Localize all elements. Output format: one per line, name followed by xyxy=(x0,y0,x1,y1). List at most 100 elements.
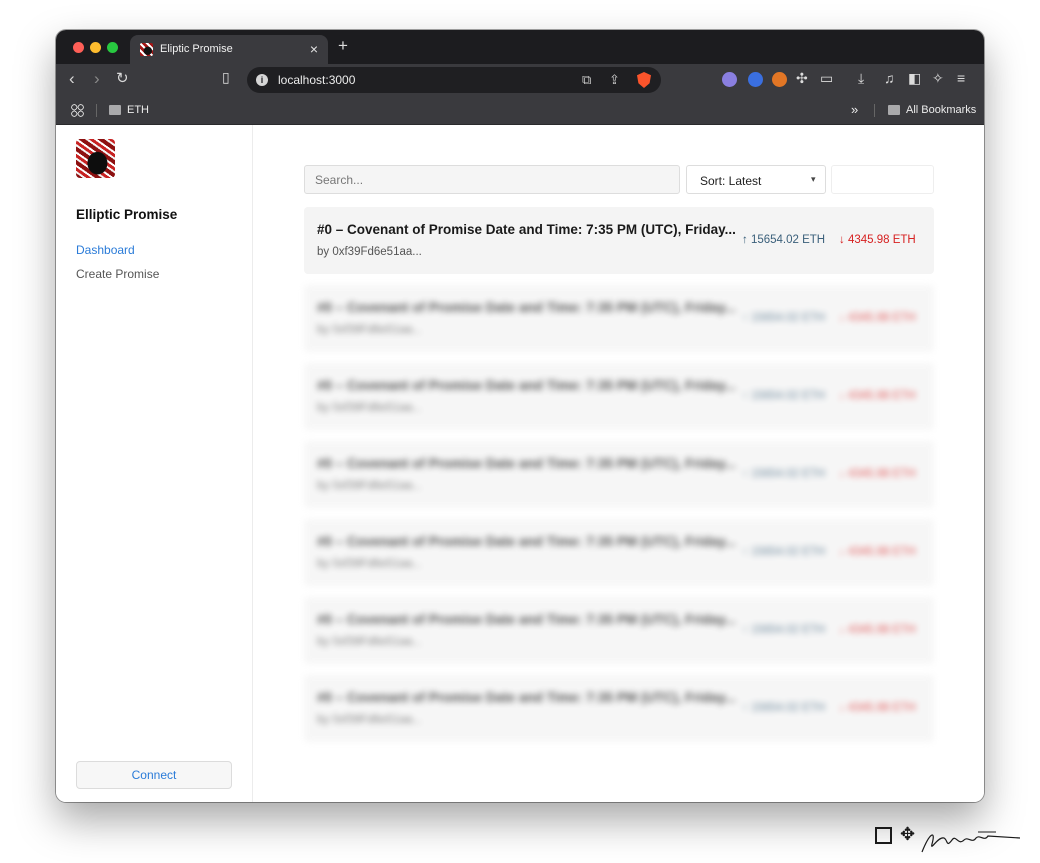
downvote-value: 4345.98 ETH xyxy=(847,312,916,324)
arrow-down-icon: ↓ xyxy=(839,624,845,636)
upvote-amount: ↑ 15654.02 ETH xyxy=(742,624,825,636)
browser-tab[interactable]: Eliptic Promise × xyxy=(130,35,328,64)
folder-icon xyxy=(109,105,121,115)
promise-row[interactable]: #0 – Covenant of Promise Date and Time: … xyxy=(304,675,934,742)
browser-toolbar: ‹ › ↻ ▯ i localhost:3000 ⧉ ⇪ ✣ ▭ ⤓ ♫ ◧ ✧… xyxy=(56,64,984,96)
back-icon[interactable]: ‹ xyxy=(69,69,75,89)
bookmarks-bar: ETH » All Bookmarks xyxy=(56,96,984,125)
forward-icon[interactable]: › xyxy=(94,69,100,89)
promise-list: #0 – Covenant of Promise Date and Time: … xyxy=(304,207,934,753)
search-input[interactable] xyxy=(304,165,680,194)
upvote-value: 15654.02 ETH xyxy=(750,468,826,480)
bookmarks-divider xyxy=(96,104,97,117)
extension-blue-icon[interactable] xyxy=(748,72,763,87)
promise-author: by 0xf39Fd6e51aa... xyxy=(317,402,422,414)
sort-select[interactable]: Sort: Latest ▾ xyxy=(686,165,826,194)
promise-row[interactable]: #0 – Covenant of Promise Date and Time: … xyxy=(304,285,934,352)
promise-title: #0 – Covenant of Promise Date and Time: … xyxy=(317,690,736,705)
bookmarks-overflow-icon[interactable]: » xyxy=(851,102,858,117)
minimize-window-button[interactable] xyxy=(90,42,101,53)
maximize-window-button[interactable] xyxy=(107,42,118,53)
tab-title: Eliptic Promise xyxy=(160,43,233,55)
promise-author: by 0xf39Fd6e51aa... xyxy=(317,558,422,570)
arrow-down-icon: ↓ xyxy=(839,702,845,714)
upvote-value: 15654.02 ETH xyxy=(750,234,826,246)
address-bar[interactable]: i localhost:3000 ⧉ ⇪ xyxy=(247,67,661,93)
downvote-value: 4345.98 ETH xyxy=(847,624,916,636)
apps-grid-icon[interactable] xyxy=(71,104,84,117)
watermark-square-icon xyxy=(875,827,892,844)
promise-row[interactable]: #0 – Covenant of Promise Date and Time: … xyxy=(304,207,934,274)
menu-icon[interactable]: ≡ xyxy=(957,70,965,86)
promise-row[interactable]: #0 – Covenant of Promise Date and Time: … xyxy=(304,597,934,664)
arrow-up-icon: ↑ xyxy=(742,312,748,324)
arrow-up-icon: ↑ xyxy=(742,234,748,246)
arrow-down-icon: ↓ xyxy=(839,468,845,480)
downvote-amount: ↓ 4345.98 ETH xyxy=(839,390,916,402)
sort-label: Sort: Latest xyxy=(700,174,762,188)
sidebar: Elliptic Promise Dashboard Create Promis… xyxy=(56,125,253,802)
tab-close-icon[interactable]: × xyxy=(310,41,318,57)
promise-title: #0 – Covenant of Promise Date and Time: … xyxy=(317,300,736,315)
share-icon[interactable]: ⇪ xyxy=(609,72,620,88)
arrow-up-icon: ↑ xyxy=(742,624,748,636)
arrow-down-icon: ↓ xyxy=(839,234,845,246)
extensions-puzzle-icon[interactable]: ✣ xyxy=(796,70,808,87)
arrow-down-icon: ↓ xyxy=(839,312,845,324)
downvote-value: 4345.98 ETH xyxy=(847,546,916,558)
arrow-down-icon: ↓ xyxy=(839,390,845,402)
downvote-amount: ↓ 4345.98 ETH xyxy=(839,468,916,480)
upvote-value: 15654.02 ETH xyxy=(750,390,826,402)
media-icon[interactable]: ♫ xyxy=(884,70,895,86)
downvote-amount: ↓ 4345.98 ETH xyxy=(839,624,916,636)
address-url: localhost:3000 xyxy=(278,73,356,87)
browser-titlebar: Eliptic Promise × + xyxy=(56,30,984,64)
promise-title: #0 – Covenant of Promise Date and Time: … xyxy=(317,612,736,627)
downvote-amount: ↓ 4345.98 ETH xyxy=(839,234,916,246)
all-bookmarks-folder-icon xyxy=(888,105,900,115)
downvote-value: 4345.98 ETH xyxy=(847,234,916,246)
nav-dashboard[interactable]: Dashboard xyxy=(76,243,135,257)
brave-shields-icon[interactable] xyxy=(637,72,651,88)
bookmarks-divider-right xyxy=(874,104,875,117)
browser-window: Eliptic Promise × + ‹ › ↻ ▯ i localhost:… xyxy=(56,30,984,802)
promise-row[interactable]: #0 – Covenant of Promise Date and Time: … xyxy=(304,441,934,508)
connect-button[interactable]: Connect xyxy=(76,761,232,789)
arrow-up-icon: ↑ xyxy=(742,390,748,402)
bookmark-folder-eth[interactable]: ETH xyxy=(127,104,149,116)
open-external-icon[interactable]: ⧉ xyxy=(582,72,591,88)
new-tab-button[interactable]: + xyxy=(338,36,348,56)
promise-author: by 0xf39Fd6e51aa... xyxy=(317,714,422,726)
downvote-value: 4345.98 ETH xyxy=(847,390,916,402)
close-window-button[interactable] xyxy=(73,42,84,53)
upvote-value: 15654.02 ETH xyxy=(750,312,826,324)
metamask-icon[interactable] xyxy=(772,72,787,87)
upvote-amount: ↑ 15654.02 ETH xyxy=(742,702,825,714)
site-info-icon[interactable]: i xyxy=(256,74,268,86)
all-bookmarks-link[interactable]: All Bookmarks xyxy=(906,104,976,116)
promise-row[interactable]: #0 – Covenant of Promise Date and Time: … xyxy=(304,519,934,586)
arrow-down-icon: ↓ xyxy=(839,546,845,558)
leo-ai-icon[interactable]: ✧ xyxy=(932,70,944,87)
downvote-value: 4345.98 ETH xyxy=(847,702,916,714)
chevron-down-icon: ▾ xyxy=(811,174,816,184)
promise-title: #0 – Covenant of Promise Date and Time: … xyxy=(317,378,736,393)
upvote-amount: ↑ 15654.02 ETH xyxy=(742,546,825,558)
nav-create-promise[interactable]: Create Promise xyxy=(76,267,159,281)
filter-button[interactable] xyxy=(831,165,934,194)
app-root: Elliptic Promise Dashboard Create Promis… xyxy=(56,125,984,802)
cast-icon[interactable]: ▭ xyxy=(820,70,833,87)
reload-icon[interactable]: ↻ xyxy=(116,69,129,87)
promise-author: by 0xf39Fd6e51aa... xyxy=(317,636,422,648)
upvote-value: 15654.02 ETH xyxy=(750,546,826,558)
arrow-up-icon: ↑ xyxy=(742,702,748,714)
download-icon[interactable]: ⤓ xyxy=(858,70,864,87)
app-logo[interactable] xyxy=(76,139,115,178)
promise-author: by 0xf39Fd6e51aa... xyxy=(317,480,422,492)
extension-ghost-icon[interactable] xyxy=(722,72,737,87)
sidebar-toggle-icon[interactable]: ◧ xyxy=(908,70,921,87)
bookmark-icon[interactable]: ▯ xyxy=(222,69,230,86)
promise-author: by 0xf39Fd6e51aa... xyxy=(317,246,422,258)
promise-row[interactable]: #0 – Covenant of Promise Date and Time: … xyxy=(304,363,934,430)
upvote-amount: ↑ 15654.02 ETH xyxy=(742,312,825,324)
